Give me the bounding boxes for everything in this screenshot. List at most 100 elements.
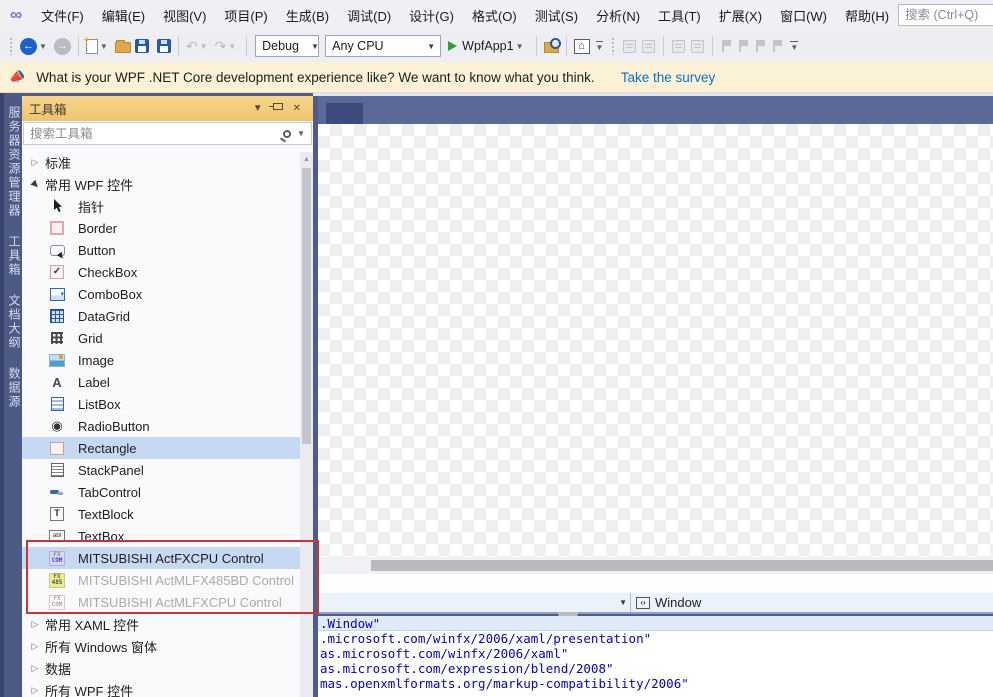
menu-item-design[interactable]: 设计(G) [400,1,463,30]
toolbox-item-stackpanel[interactable]: StackPanel [22,459,313,481]
toolbox-item-textbox[interactable]: TextBox [22,525,313,547]
open-file-button[interactable] [115,39,131,53]
scroll-up-arrow-icon[interactable]: ▲ [300,152,313,163]
menu-item-project[interactable]: 项目(P) [215,1,276,30]
expander-collapsed-icon[interactable] [29,157,41,168]
take-survey-link[interactable]: Take the survey [621,70,716,85]
toolbox-section-standard[interactable]: 标准 [22,151,313,173]
element-navigator-right-dropdown[interactable]: ‹› Window [631,595,993,610]
expander-collapsed-icon[interactable] [29,685,41,696]
scrollbar-thumb[interactable] [302,168,311,444]
toolbox-item-radiobutton[interactable]: RadioButton [22,415,313,437]
toolbox-item-border[interactable]: Border [22,217,313,239]
toolbar-grip[interactable] [9,37,14,55]
toolbox-vertical-scrollbar[interactable]: ▲ [300,152,313,697]
toolbox-item-button[interactable]: Button [22,239,313,261]
section-label: 数据 [45,659,71,678]
find-in-files-button[interactable] [544,40,559,53]
quick-search-input[interactable] [898,4,993,26]
window-position-dropdown-icon[interactable]: ▼ [248,103,268,114]
save-button[interactable] [135,39,149,53]
toolbox-item-listbox[interactable]: ListBox [22,393,313,415]
toolbox-item-textblock[interactable]: TextBlock [22,503,313,525]
toolbar-overflow-button[interactable]: ▼ [596,41,604,52]
toolbox-header[interactable]: 工具箱 ▼ ✕ [22,96,313,121]
solution-platform-dropdown[interactable]: Any CPU ▼ [325,35,441,57]
expander-collapsed-icon[interactable] [29,641,41,652]
expander-expanded-icon[interactable] [29,179,41,190]
menu-item-file[interactable]: 文件(F) [32,1,93,30]
textbox-icon [49,528,65,544]
toolbox-section-data[interactable]: 数据 [22,657,313,679]
toolbar-separator [566,36,567,56]
item-label: MITSUBISHI ActFXCPU Control [78,551,264,566]
toolbox-item-grid[interactable]: Grid [22,327,313,349]
dock-tab-document-outline[interactable]: 文档大纲 [4,290,24,354]
code-line: as.microsoft.com/winfx/2006/xaml" [318,646,993,661]
close-toolbox-button[interactable]: ✕ [288,103,306,114]
menu-item-help[interactable]: 帮助(H) [836,1,898,30]
menu-item-view[interactable]: 视图(V) [154,1,215,30]
pin-icon [273,103,283,110]
toolbox-item-rectangle[interactable]: Rectangle [22,437,313,459]
toolbox-item-label[interactable]: Label [22,371,313,393]
solution-explorer-home-button[interactable]: ⌂ [574,39,590,54]
menu-item-extensions[interactable]: 扩展(X) [710,1,771,30]
standard-toolbar: ←▼ → ▼ ↶▼ ↷▼ Debug ▼ Any CPU ▼ WpfApp1 ▼… [0,30,993,62]
menu-item-format[interactable]: 格式(O) [463,1,526,30]
menu-item-tools[interactable]: 工具(T) [649,1,710,30]
menu-item-edit[interactable]: 编辑(E) [93,1,154,30]
menu-item-analyze[interactable]: 分析(N) [587,1,649,30]
radiobutton-icon [49,418,65,434]
scrollbar-thumb[interactable] [371,560,993,571]
undo-button: ↶▼ [186,39,211,53]
decrease-indent-button [672,40,685,53]
dock-tab-data-sources[interactable]: 数据源 [4,363,24,413]
megaphone-icon: 📣 [8,67,27,86]
toolbox-item-pointer[interactable]: 指针 [22,195,313,217]
toolbox-item-datagrid[interactable]: DataGrid [22,305,313,327]
menu-item-test[interactable]: 测试(S) [526,1,587,30]
toolbox-item-combobox[interactable]: ComboBox [22,283,313,305]
toolbox-section-common-wpf-controls[interactable]: 常用 WPF 控件 [22,173,313,195]
toolbox-section-all-wpf-controls[interactable]: 所有 WPF 控件 [22,679,313,697]
menu-item-build[interactable]: 生成(B) [277,1,338,30]
toolbox-item-image[interactable]: Image [22,349,313,371]
element-navigator-left-dropdown[interactable]: ▼ [318,593,630,612]
xaml-code-editor[interactable]: .Window" .microsoft.com/winfx/2006/xaml/… [318,616,993,697]
chevron-down-icon: ▼ [421,42,440,51]
search-options-caret-icon[interactable]: ▼ [297,129,305,138]
info-bar-message: What is your WPF .NET Core development e… [36,70,595,85]
expander-collapsed-icon[interactable] [29,619,41,630]
toolbar-overflow-button[interactable]: ▼ [790,41,798,52]
menu-item-debug[interactable]: 调试(D) [338,1,400,30]
toolbox-section-common-xaml-controls[interactable]: 常用 XAML 控件 [22,613,313,635]
start-debugging-button[interactable]: WpfApp1 ▼ [448,39,526,53]
toolbox-item-checkbox[interactable]: CheckBox [22,261,313,283]
new-file-button[interactable]: ▼ [86,39,111,54]
dock-tab-toolbox[interactable]: 工具箱 [4,231,24,281]
item-label: Grid [78,331,103,346]
toolbar-grip[interactable] [611,37,616,55]
section-label: 所有 Windows 窗体 [45,637,157,656]
toolbox-item-mitsubishi-actfxcpu[interactable]: FXCOM MITSUBISHI ActFXCPU Control [22,547,313,569]
designer-artboard-tab[interactable] [326,103,363,124]
toolbox-section-all-windows-forms[interactable]: 所有 Windows 窗体 [22,635,313,657]
designer-horizontal-scrollbar[interactable] [318,557,993,574]
toolbox-item-tabcontrol[interactable]: TabControl [22,481,313,503]
open-folder-icon [115,42,131,53]
dock-tab-server-explorer[interactable]: 服务器资源管理器 [4,102,24,222]
toolbox-search-input[interactable] [24,127,283,141]
previous-bookmark-button [739,40,748,52]
combobox-icon [49,286,65,302]
navigate-back-button[interactable]: ←▼ [20,38,50,55]
auto-hide-pin-button[interactable] [268,103,288,114]
save-all-button[interactable] [157,39,171,53]
datagrid-icon [49,308,65,324]
design-surface[interactable] [318,124,993,557]
solution-configuration-dropdown[interactable]: Debug ▼ [255,35,319,57]
expander-collapsed-icon[interactable] [29,663,41,674]
menu-item-window[interactable]: 窗口(W) [771,1,836,30]
designer-xaml-splitter[interactable] [318,574,993,593]
item-label: ListBox [78,397,121,412]
